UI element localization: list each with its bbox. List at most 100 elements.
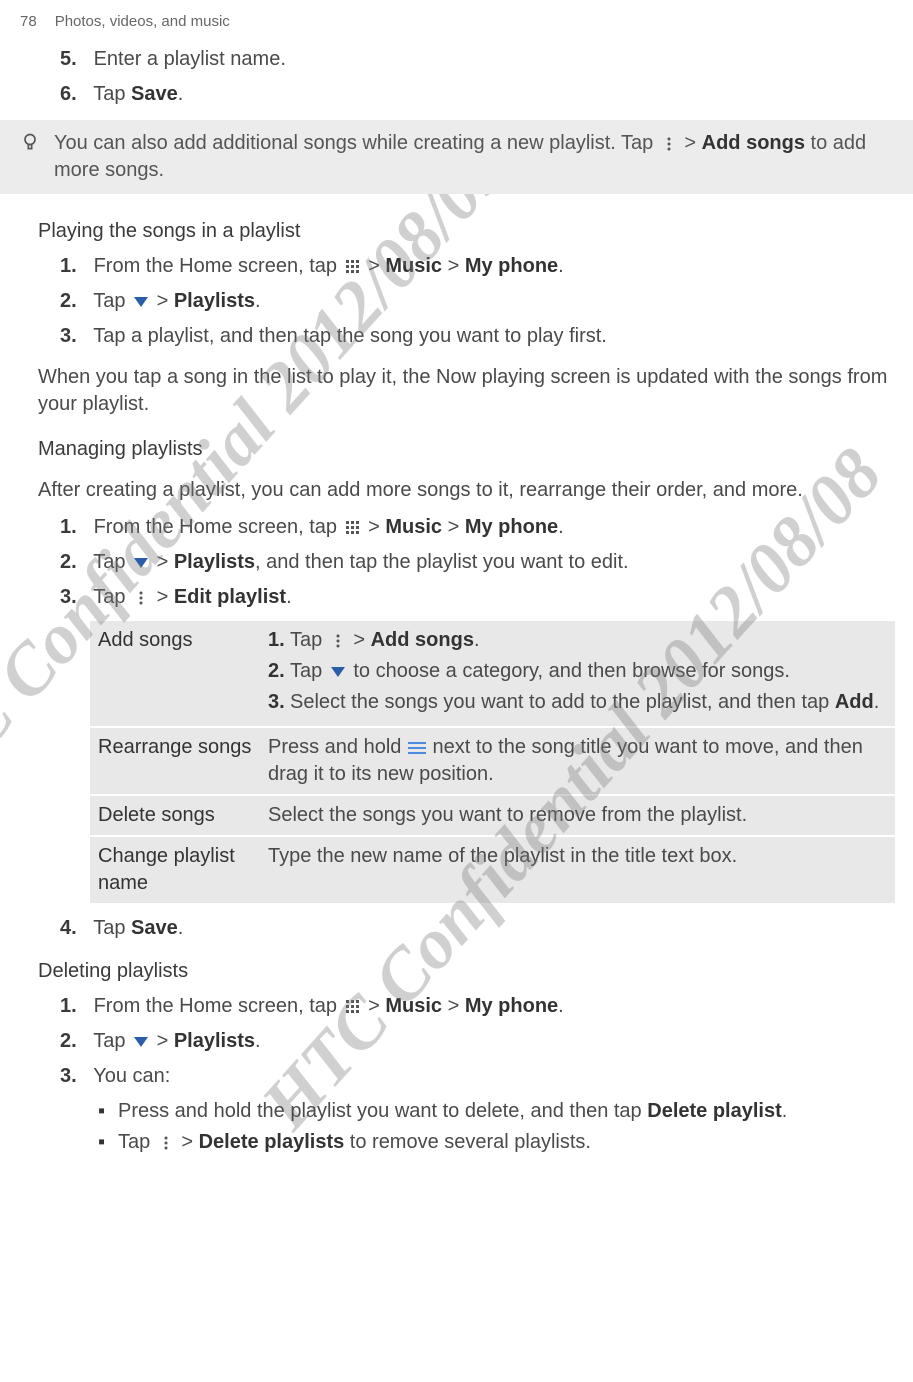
- step-text: >: [151, 551, 174, 573]
- step-text: >: [363, 255, 386, 277]
- step-text: Tap: [93, 551, 131, 573]
- row-text: Press and hold: [268, 736, 407, 758]
- step-number: 3.: [60, 584, 88, 611]
- step-number: 2.: [60, 288, 88, 315]
- page-number: 78: [20, 12, 37, 32]
- overflow-menu-icon: [659, 135, 679, 153]
- overflow-menu-icon: [328, 632, 348, 650]
- sub-text: >: [348, 629, 371, 651]
- overflow-menu-icon: [156, 1134, 176, 1152]
- bold-text: Delete playlists: [199, 1131, 345, 1153]
- step-item: 3. Tap > Edit playlist.: [60, 584, 895, 611]
- sub-step: 1.Tap > Add songs.: [268, 627, 887, 654]
- row-label: Delete songs: [90, 795, 260, 836]
- step-number: 2.: [60, 1028, 88, 1055]
- step-item: 4. Tap Save.: [60, 915, 895, 942]
- step-number: 3.: [60, 323, 88, 350]
- step-item: 2. Tap > Playlists.: [60, 288, 895, 315]
- bold-text: Add songs: [371, 629, 474, 651]
- deleting-steps: 1. From the Home screen, tap > Music > M…: [0, 993, 913, 1090]
- row-label: Rearrange songs: [90, 727, 260, 795]
- dropdown-triangle-icon: [131, 293, 151, 311]
- bold-text: Playlists: [174, 551, 255, 573]
- bullet-text: to remove several playlists.: [344, 1131, 591, 1153]
- step-item: 2. Tap > Playlists.: [60, 1028, 895, 1055]
- bold-text: Playlists: [174, 290, 255, 312]
- bold-text: My phone: [465, 516, 558, 538]
- bold-text: Music: [385, 255, 442, 277]
- step-text: , and then tap the playlist you want to …: [255, 551, 629, 573]
- step-number: 3.: [60, 1063, 88, 1090]
- bold-text: Music: [385, 516, 442, 538]
- deleting-bullets: Press and hold the playlist you want to …: [0, 1098, 913, 1156]
- sub-text: Select the songs you want to add to the …: [290, 691, 835, 713]
- bullet-text: .: [782, 1100, 788, 1122]
- row-label: Change playlist name: [90, 836, 260, 904]
- managing-table: Add songs 1.Tap > Add songs. 2.Tap to ch…: [90, 621, 895, 905]
- sub-text: .: [474, 629, 480, 651]
- sub-text: .: [874, 691, 880, 713]
- sub-step: 2.Tap to choose a category, and then bro…: [268, 658, 887, 685]
- row-content: Select the songs you want to remove from…: [260, 795, 895, 836]
- sub-num: 3.: [268, 689, 290, 716]
- step-item: 1. From the Home screen, tap > Music > M…: [60, 514, 895, 541]
- step-text: Tap: [93, 586, 131, 608]
- step-text: .: [558, 995, 564, 1017]
- step-text: >: [151, 1030, 174, 1052]
- sub-text: Tap: [290, 660, 328, 682]
- step-item: 5. Enter a playlist name.: [60, 46, 895, 73]
- step-text: >: [442, 255, 465, 277]
- step-number: 2.: [60, 549, 88, 576]
- section-title: Playing the songs in a playlist: [0, 210, 913, 253]
- drag-handle-icon: [407, 739, 427, 757]
- apps-grid-icon: [343, 258, 363, 276]
- body-paragraph: When you tap a song in the list to play …: [0, 358, 913, 428]
- dropdown-triangle-icon: [131, 1033, 151, 1051]
- step-text: .: [286, 586, 292, 608]
- bold-text: Add: [835, 691, 874, 713]
- bold-text: My phone: [465, 995, 558, 1017]
- bullet-text: Tap: [118, 1131, 156, 1153]
- step-text: .: [558, 516, 564, 538]
- lightbulb-icon: [20, 132, 40, 152]
- step-text: >: [363, 516, 386, 538]
- tip-box: You can also add additional songs while …: [0, 120, 913, 194]
- sub-text: to choose a category, and then browse fo…: [348, 660, 790, 682]
- tip-text: You can also add additional songs while …: [54, 132, 659, 154]
- step-item: 3. Tap a playlist, and then tap the song…: [60, 323, 895, 350]
- bold-text: Playlists: [174, 1030, 255, 1052]
- step-text: >: [363, 995, 386, 1017]
- step-text: Tap: [93, 290, 131, 312]
- bold-text: Save: [131, 917, 178, 939]
- bullet-item: Press and hold the playlist you want to …: [118, 1098, 895, 1125]
- bold-text: Edit playlist: [174, 586, 286, 608]
- step-number: 1.: [60, 993, 88, 1020]
- step-text: From the Home screen, tap: [94, 995, 343, 1017]
- row-content: Type the new name of the playlist in the…: [260, 836, 895, 904]
- step-text: .: [558, 255, 564, 277]
- bullet-text: >: [176, 1131, 199, 1153]
- row-content: 1.Tap > Add songs. 2.Tap to choose a cat…: [260, 621, 895, 727]
- step-text: From the Home screen, tap: [94, 255, 343, 277]
- step-item: 1. From the Home screen, tap > Music > M…: [60, 993, 895, 1020]
- steps-top: 5. Enter a playlist name. 6. Tap Save.: [0, 46, 913, 108]
- step-item: 3. You can:: [60, 1063, 895, 1090]
- step-text: .: [255, 290, 261, 312]
- bold-text: My phone: [465, 255, 558, 277]
- managing-step-4: 4. Tap Save.: [0, 915, 913, 942]
- playing-steps: 1. From the Home screen, tap > Music > M…: [0, 253, 913, 350]
- step-text: Tap a playlist, and then tap the song yo…: [93, 325, 607, 347]
- tip-text: >: [679, 132, 702, 154]
- apps-grid-icon: [343, 519, 363, 537]
- bullet-item: Tap > Delete playlists to remove several…: [118, 1129, 895, 1156]
- section-title: Managing playlists: [0, 428, 913, 471]
- overflow-menu-icon: [131, 589, 151, 607]
- step-text: Enter a playlist name.: [94, 48, 286, 70]
- table-row: Rearrange songs Press and hold next to t…: [90, 727, 895, 795]
- bold-text: Music: [385, 995, 442, 1017]
- step-text: >: [151, 290, 174, 312]
- step-text: .: [255, 1030, 261, 1052]
- table-row: Add songs 1.Tap > Add songs. 2.Tap to ch…: [90, 621, 895, 727]
- step-text: From the Home screen, tap: [94, 516, 343, 538]
- bold-text: Add songs: [702, 132, 805, 154]
